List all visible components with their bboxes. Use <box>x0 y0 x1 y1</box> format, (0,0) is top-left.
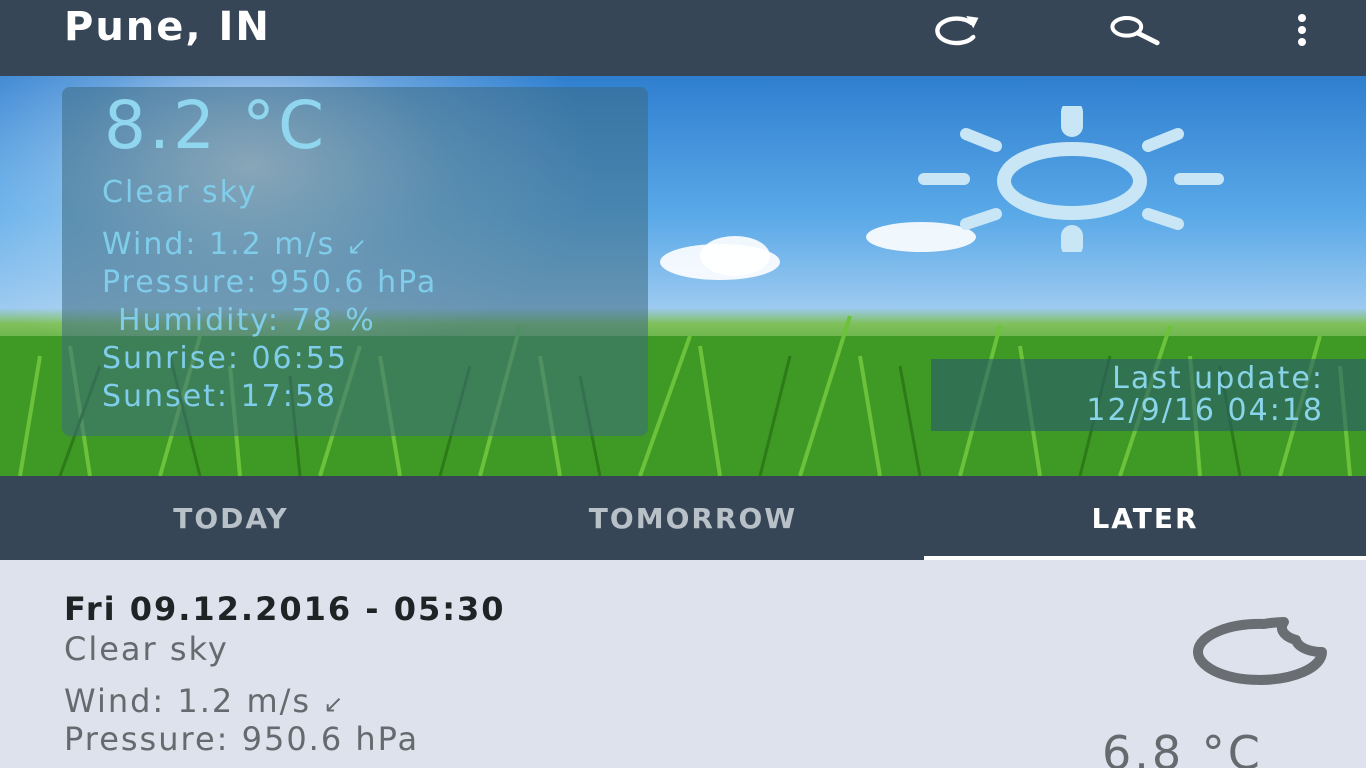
forecast-temperature: 6.8 °C <box>1102 726 1263 768</box>
tab-tomorrow[interactable]: TOMORROW <box>462 476 924 560</box>
current-wind: Wind: 1.2 m/s ↙ <box>102 227 369 262</box>
tab-today[interactable]: TODAY <box>0 476 462 560</box>
forecast-tabs: TODAY TOMORROW LATER <box>0 476 1366 560</box>
wind-direction-icon: ↙ <box>323 690 346 718</box>
last-update-value: 12/9/16 04:18 <box>1086 393 1324 428</box>
forecast-list[interactable]: Fri 09.12.2016 - 05:30 Clear sky Wind: 1… <box>0 560 1366 768</box>
city-title: Pune, IN <box>64 4 271 50</box>
moon-icon <box>1193 617 1327 685</box>
sun-icon <box>918 106 1224 252</box>
forecast-condition: Clear sky <box>64 630 229 668</box>
last-update-label: Last update: <box>1112 361 1324 396</box>
current-weather-card: 8.2 °C Clear sky Wind: 1.2 m/s ↙ Pressur… <box>62 87 648 436</box>
wind-label: Wind: 1.2 m/s <box>102 227 336 262</box>
forecast-wind: Wind: 1.2 m/s ↙ <box>64 682 345 720</box>
current-sunrise: Sunrise: 06:55 <box>102 341 348 376</box>
search-icon[interactable] <box>1106 6 1162 54</box>
current-temperature: 8.2 °C <box>104 87 328 164</box>
tab-later[interactable]: LATER <box>924 476 1366 560</box>
current-pressure: Pressure: 950.6 hPa <box>102 265 438 300</box>
current-humidity: Humidity: 78 % <box>118 303 376 338</box>
wind-direction-icon: ↙ <box>346 232 369 260</box>
current-weather-panel: 8.2 °C Clear sky Wind: 1.2 m/s ↙ Pressur… <box>0 76 1366 476</box>
refresh-icon[interactable] <box>926 6 982 54</box>
forecast-pressure: Pressure: 950.6 hPa <box>64 720 420 758</box>
forecast-date: Fri 09.12.2016 - 05:30 <box>64 590 506 628</box>
more-vert-icon[interactable] <box>1274 6 1330 54</box>
current-sunset: Sunset: 17:58 <box>102 379 338 414</box>
forecast-wind-label: Wind: 1.2 m/s <box>64 682 312 720</box>
last-update-box: Last update: 12/9/16 04:18 <box>931 359 1366 431</box>
app-bar: Pune, IN <box>0 0 1366 76</box>
cloud <box>700 236 770 276</box>
current-condition: Clear sky <box>102 175 258 210</box>
